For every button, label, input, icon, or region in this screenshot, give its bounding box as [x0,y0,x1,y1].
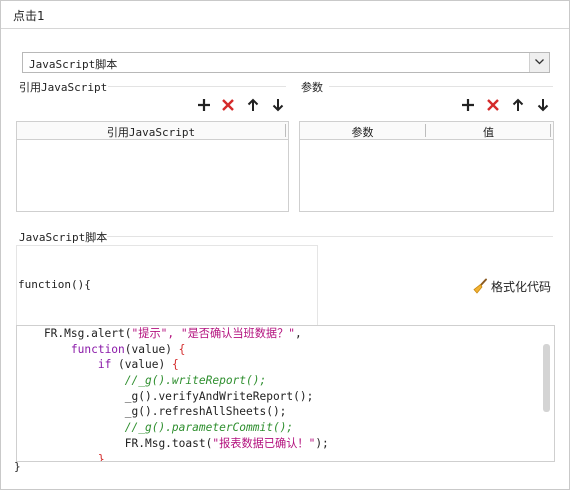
plus-icon [462,99,474,111]
params-move-down-button[interactable] [535,97,551,113]
params-table-header: 参数 值 [299,121,554,140]
window-title: 点击1 [13,9,45,23]
ref-js-section-label: 引用JavaScript [19,81,108,94]
params-column-value[interactable]: 值 [426,124,551,140]
format-code-label: 格式化代码 [491,280,552,294]
code-line[interactable]: FR.Msg.alert("提示", "是否确认当班数据？", [17,326,329,342]
ref-js-column-header[interactable]: 引用JavaScript [17,124,285,140]
code-line[interactable]: FR.Msg.toast("报表数据已确认！"); [17,436,329,452]
params-divider [329,86,553,87]
plus-icon [198,99,210,111]
params-section-label: 参数 [301,81,323,94]
script-type-select[interactable]: JavaScript脚本 [22,52,550,73]
delete-x-icon [222,99,234,111]
title-bar: 点击1 [1,1,569,29]
code-line[interactable]: //_g().writeReport(); [17,373,329,389]
ref-js-add-button[interactable] [196,97,212,113]
ref-js-move-down-button[interactable] [270,97,286,113]
ref-js-divider [108,86,286,87]
ref-js-table-header: 引用JavaScript [16,121,289,140]
script-type-value: JavaScript脚本 [29,58,118,71]
ref-js-table-body[interactable] [16,140,289,212]
code-line[interactable]: _g().verifyAndWriteReport(); [17,389,329,405]
params-delete-button[interactable] [485,97,501,113]
column-separator [550,124,551,137]
params-move-up-button[interactable] [510,97,526,113]
code-line[interactable]: } [17,452,329,462]
params-column-name[interactable]: 参数 [300,124,425,140]
delete-x-icon [487,99,499,111]
js-script-divider [107,236,553,237]
arrow-down-icon [272,99,284,112]
function-closing-brace: } [14,460,21,473]
arrow-up-icon [247,98,259,111]
code-line[interactable]: _g().refreshAllSheets(); [17,404,329,420]
broom-icon [473,278,487,294]
code-content[interactable]: FR.Msg.alert("提示", "是否确认当班数据？", function… [17,326,329,462]
js-script-section-label: JavaScript脚本 [19,231,108,244]
code-editor[interactable]: FR.Msg.alert("提示", "是否确认当班数据？", function… [16,325,555,462]
code-line[interactable]: function(value) { [17,342,329,358]
chevron-down-icon [535,59,544,65]
dropdown-button[interactable] [529,53,549,72]
editor-scrollbar[interactable] [543,344,550,412]
ref-js-delete-button[interactable] [220,97,236,113]
format-code-button[interactable]: 格式化代码 [472,278,551,295]
params-add-button[interactable] [460,97,476,113]
params-table-body[interactable] [299,140,554,212]
function-header: function(){ [18,278,91,291]
code-line[interactable]: if (value) { [17,357,329,373]
column-separator [285,124,286,137]
ref-js-move-up-button[interactable] [245,97,261,113]
arrow-down-icon [537,99,549,112]
arrow-up-icon [512,98,524,111]
code-line[interactable]: //_g().parameterCommit(); [17,420,329,436]
